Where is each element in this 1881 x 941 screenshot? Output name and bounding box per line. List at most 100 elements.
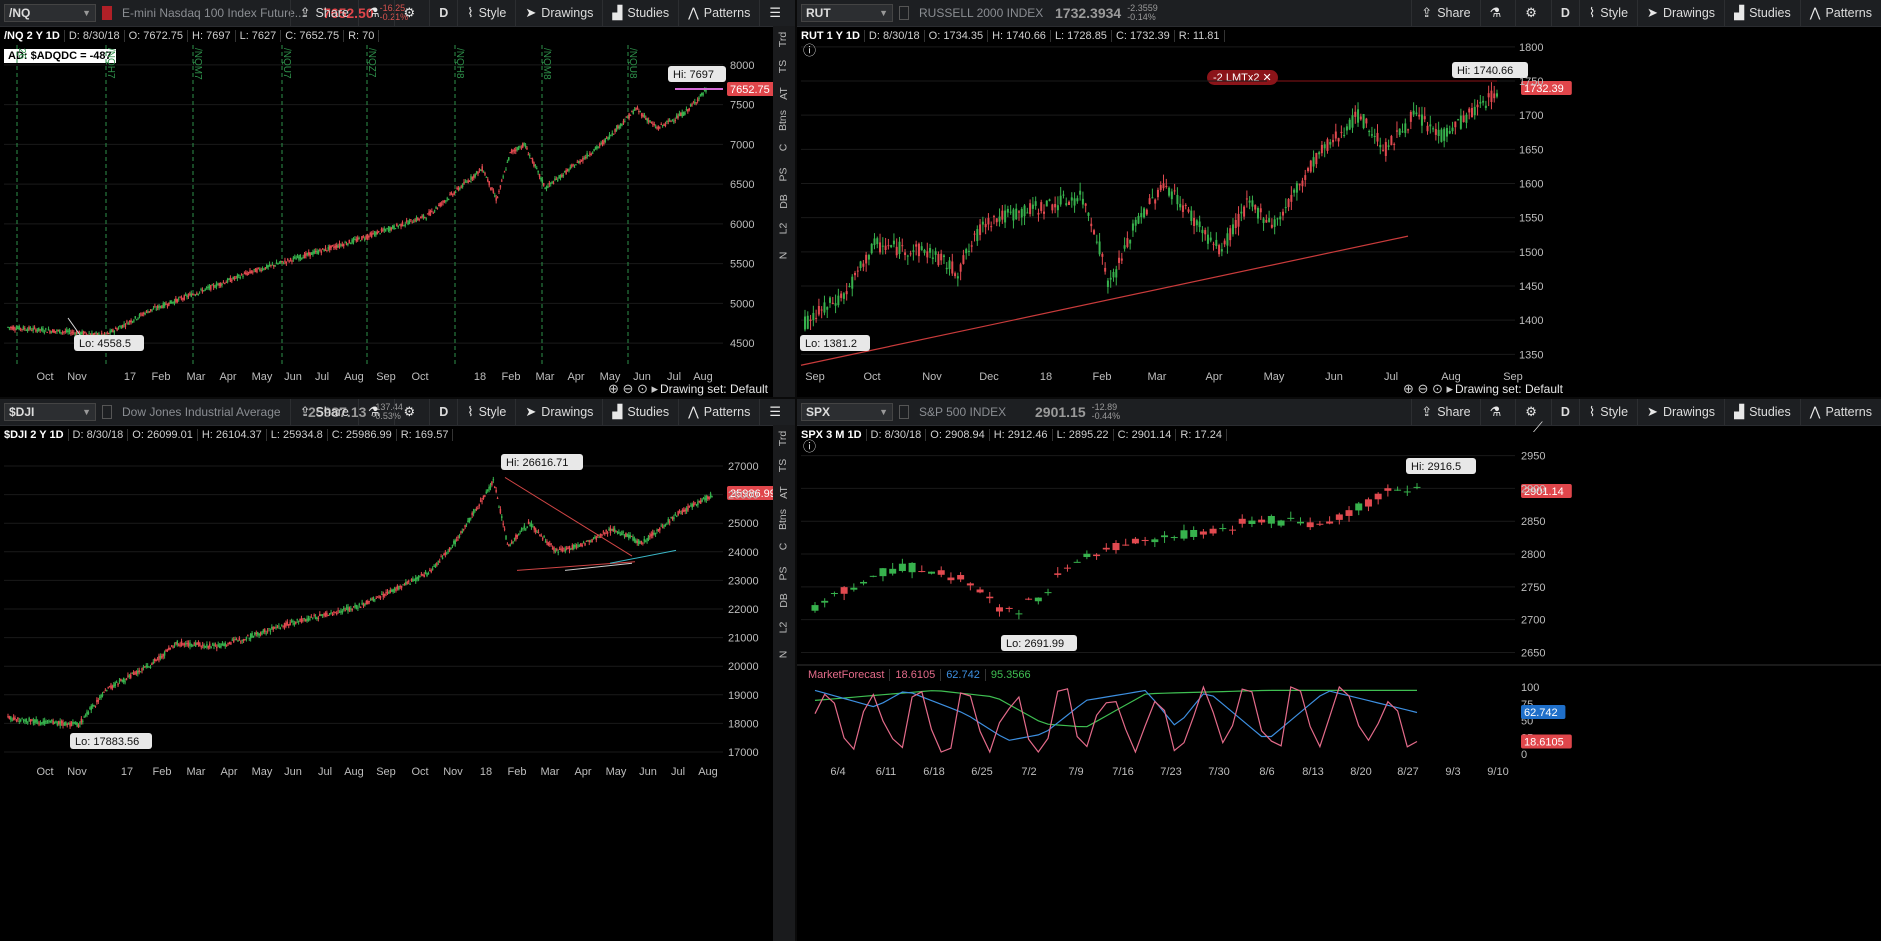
candle-body [1434, 129, 1437, 135]
side-tab-at[interactable]: AT [770, 87, 795, 100]
candle-body [45, 328, 47, 330]
candle-body [400, 586, 403, 588]
candle-body [35, 329, 37, 332]
candle-body [151, 663, 153, 666]
candle-body [130, 320, 132, 323]
candle-body [501, 180, 503, 182]
candle-body [474, 173, 476, 177]
y-tick-label: 7500 [730, 100, 754, 112]
candle-body [597, 146, 600, 148]
candle-body [206, 644, 208, 648]
side-tab-l2[interactable]: L2 [771, 622, 796, 634]
side-tab-at[interactable]: AT [770, 486, 795, 499]
price-chart[interactable]: Hi: 1740.66Lo: 1381.2ⓘ1732.3918001750170… [797, 0, 1881, 397]
side-tab-ps[interactable]: PS [770, 167, 795, 181]
candle-body [599, 533, 602, 535]
candle-body [68, 329, 71, 332]
side-tab-trd[interactable]: Trd [771, 431, 796, 446]
price-chart[interactable]: 26/NQH7/NQM7/NQU7/NQZ7/NQH8/NQM8/NQU8 Hi:… [0, 0, 795, 397]
candle-body [39, 722, 42, 724]
candle-body [396, 223, 398, 227]
candle-body [1215, 239, 1218, 247]
candle-body [1351, 115, 1354, 128]
candle-body [668, 521, 671, 523]
candle-body [256, 631, 259, 635]
candle-body [1487, 93, 1490, 98]
candle-body [248, 637, 251, 639]
candle-body [52, 720, 54, 725]
candle-body [829, 297, 832, 303]
candle-body [681, 510, 684, 514]
candle-body [10, 327, 12, 329]
candle-body [1415, 112, 1418, 115]
candle-body [161, 306, 163, 308]
candle-body [664, 124, 667, 127]
candle-body [567, 547, 569, 549]
candle-body [144, 312, 146, 315]
y-tick-label: 25000 [728, 518, 759, 530]
side-tab-btns[interactable]: Btns [770, 509, 795, 530]
candle-body [129, 674, 132, 678]
candle-body [1184, 204, 1187, 207]
candle-body [368, 235, 370, 238]
candle-body [575, 546, 578, 548]
side-tab-btns[interactable]: Btns [770, 110, 795, 131]
side-tab-db[interactable]: DB [771, 593, 796, 608]
candle-body [1401, 131, 1404, 133]
y-tick-label: 18000 [728, 718, 759, 730]
candle-body [57, 330, 60, 332]
candle-body [908, 562, 916, 573]
candle-body [382, 593, 385, 597]
candle-body [310, 252, 313, 255]
candle-body [1454, 121, 1457, 128]
candle-body [491, 481, 493, 486]
candle-body [995, 607, 1003, 612]
side-tab-c[interactable]: C [771, 144, 796, 152]
candle-body [1112, 543, 1120, 551]
candle-body [337, 610, 339, 612]
x-tick-label: 18 [1040, 371, 1052, 383]
side-tab-db[interactable]: DB [771, 194, 796, 209]
candle-body [159, 656, 162, 659]
candle-body [1357, 109, 1360, 123]
candle-body [414, 219, 416, 222]
candle-body [172, 646, 174, 648]
candle-body [1382, 149, 1385, 151]
candle-body [566, 169, 569, 171]
candle-body [310, 616, 313, 618]
side-tab-c[interactable]: C [771, 543, 796, 551]
candle-body [1131, 223, 1134, 231]
candle-body [651, 532, 654, 536]
candle-body [286, 621, 289, 626]
candle-body [193, 294, 195, 296]
price-chart[interactable]: Hi: 2916.5Lo: 2691.99ⓘ2901.1429502900285… [797, 399, 1881, 941]
side-tab-ts[interactable]: TS [770, 459, 795, 472]
info-icon: ⓘ [803, 43, 816, 58]
candle-body [660, 124, 662, 126]
side-tab-n[interactable]: N [771, 651, 796, 659]
price-chart[interactable]: Hi: 26616.71Lo: 17883.5625986.9927000260… [0, 399, 795, 941]
side-tab-trd[interactable]: Trd [771, 32, 796, 47]
candle-body [869, 575, 877, 577]
side-tab-n[interactable]: N [771, 252, 796, 260]
candle-body [1102, 547, 1110, 550]
candle-body [211, 284, 213, 286]
candle-body [194, 294, 197, 296]
side-tab-ts[interactable]: TS [770, 60, 795, 73]
side-tab-l2[interactable]: L2 [771, 223, 796, 235]
candle-body [520, 147, 523, 149]
candle-body [15, 328, 18, 330]
candle-body [709, 493, 712, 498]
candle-body [416, 577, 418, 579]
candle-body [107, 332, 110, 335]
candle-body [1365, 118, 1368, 124]
candle-body [56, 722, 59, 726]
candle-body [612, 133, 615, 135]
candle-body [158, 305, 160, 309]
candle-body [221, 643, 224, 646]
candle-body [1418, 114, 1421, 117]
x-tick-label: Feb [1093, 371, 1112, 383]
candle-body [527, 521, 530, 525]
side-tab-ps[interactable]: PS [770, 566, 795, 580]
candle-body [108, 686, 111, 688]
